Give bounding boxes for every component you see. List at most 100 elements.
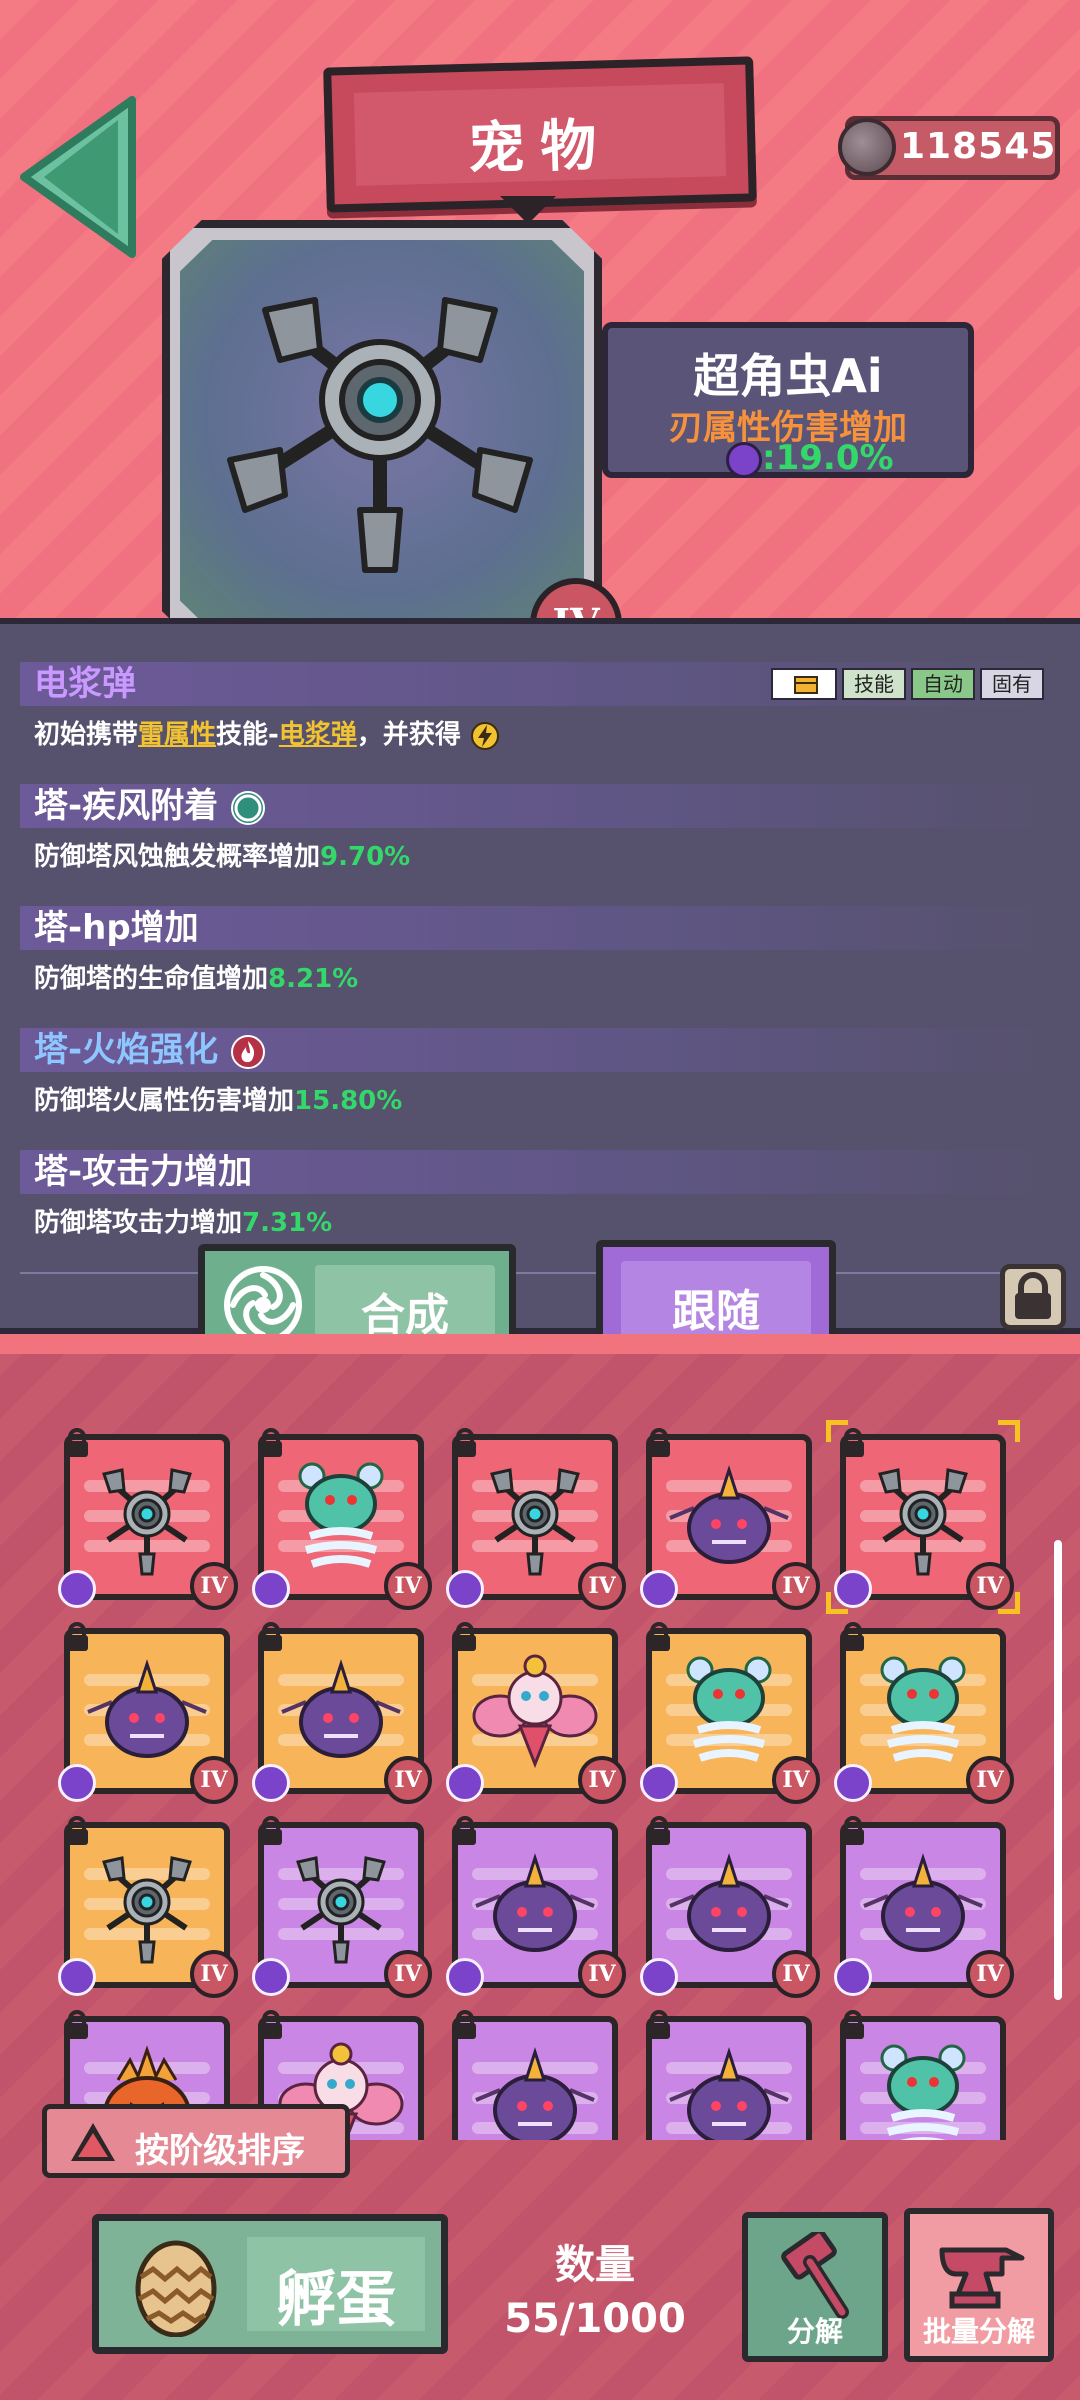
- decompose-button-label: 分解: [786, 2315, 843, 2348]
- padlock-icon: [254, 1814, 288, 1848]
- rank-badge: IV: [772, 1756, 820, 1804]
- hatch-button-label: 孵蛋: [276, 2265, 396, 2335]
- padlock-icon: [642, 1814, 676, 1848]
- follow-button-label: 跟随: [672, 1286, 760, 1337]
- padlock-icon: [836, 2008, 870, 2042]
- title-plank: 宠物: [323, 56, 757, 213]
- pet-card[interactable]: IV: [452, 2010, 618, 2140]
- tag-auto: 自动: [911, 668, 975, 700]
- pet-card[interactable]: IV: [252, 1428, 432, 1610]
- padlock-icon: [836, 1620, 870, 1654]
- batch-decompose-button[interactable]: 批量分解: [904, 2208, 1054, 2362]
- blob-pet-icon: [660, 1836, 798, 1974]
- pet-card[interactable]: IV: [446, 1622, 626, 1804]
- pet-card[interactable]: IV: [58, 1428, 238, 1610]
- element-icon: [58, 1764, 96, 1802]
- rank-badge: IV: [578, 1756, 626, 1804]
- spring-pet-icon: [272, 1448, 410, 1586]
- hammer-icon: [781, 2232, 849, 2319]
- rank-badge: IV: [772, 1562, 820, 1610]
- blob-pet-icon: [854, 1836, 992, 1974]
- skill-title: 塔-hp增加: [20, 906, 1066, 950]
- blade-element-icon: [726, 442, 762, 478]
- padlock-icon: [836, 1814, 870, 1848]
- padlock-icon: [254, 1426, 288, 1460]
- pet-card[interactable]: IV: [252, 1816, 432, 1998]
- padlock-icon: [642, 1620, 676, 1654]
- pet-card[interactable]: IV: [58, 1622, 238, 1804]
- hatch-egg-button[interactable]: 孵蛋: [92, 2214, 448, 2354]
- tag-skill: 技能: [842, 668, 906, 700]
- skill-item: 塔-hp增加 防御塔的生命值增加8.21%: [20, 906, 1066, 1030]
- pet-card[interactable]: IV: [446, 1816, 626, 1998]
- padlock-icon: [448, 1426, 482, 1460]
- spring-pet-icon: [854, 1642, 992, 1780]
- rank-badge: IV: [190, 1756, 238, 1804]
- element-icon: [58, 1958, 96, 1996]
- pet-card[interactable]: IV: [640, 1816, 820, 1998]
- padlock-icon: [254, 2008, 288, 2042]
- rank-badge: IV: [772, 1950, 820, 1998]
- element-icon: [640, 1958, 678, 1996]
- pet-card[interactable]: IV: [446, 1428, 626, 1610]
- skill-item: 塔-疾风附着 防御塔风蚀触发概率增加9.70%: [20, 784, 1066, 908]
- rank-badge: IV: [384, 1562, 432, 1610]
- wind-swirl-icon: [230, 790, 265, 825]
- count-value: 55/1000: [504, 2296, 686, 2342]
- rank-badge: IV: [578, 1562, 626, 1610]
- lock-button[interactable]: [1000, 1264, 1066, 1330]
- skill-title: 塔-火焰强化: [20, 1028, 1066, 1072]
- padlock-icon: [60, 1426, 94, 1460]
- skill-desc: 初始携带雷属性技能-电浆弹，并获得: [20, 714, 1066, 751]
- element-icon: [640, 1570, 678, 1608]
- rank-badge: IV: [384, 1756, 432, 1804]
- pet-card[interactable]: IV: [826, 1420, 1020, 1614]
- inventory-scrollbar[interactable]: [1054, 1540, 1062, 2000]
- pet-card[interactable]: IV: [834, 1622, 1014, 1804]
- skull-coin-icon: [838, 118, 896, 176]
- blob-pet-icon: [466, 1836, 604, 1974]
- blob-pet-icon: [660, 2030, 798, 2140]
- pet-card[interactable]: IV: [58, 1816, 238, 1998]
- pet-card[interactable]: IV: [834, 1816, 1014, 1998]
- blob-pet-icon: [660, 1448, 798, 1586]
- skill-title: 塔-疾风附着: [20, 784, 1066, 828]
- back-arrow-icon[interactable]: [14, 92, 144, 262]
- flame-icon: [230, 1034, 265, 1069]
- robot-pet-icon: [78, 1836, 216, 1974]
- skill-desc: 防御塔的生命值增加8.21%: [34, 964, 359, 994]
- padlock-icon: [448, 2008, 482, 2042]
- padlock-icon: [254, 1620, 288, 1654]
- rank-badge: IV: [190, 1562, 238, 1610]
- pet-attribute-value: :19.0%: [762, 438, 894, 478]
- pet-name: 超角虫Ai: [693, 349, 883, 403]
- robot-pet-icon: [227, 297, 533, 573]
- skill-desc: 防御塔火属性伤害增加15.80%: [34, 1086, 403, 1116]
- skill-desc: 防御塔风蚀触发概率增加9.70%: [34, 842, 411, 872]
- pet-card[interactable]: IV: [640, 1428, 820, 1610]
- robot-pet-icon: [78, 1448, 216, 1586]
- pet-card[interactable]: IV: [646, 2010, 812, 2140]
- element-icon: [834, 1958, 872, 1996]
- decompose-button[interactable]: 分解: [742, 2212, 888, 2362]
- sort-by-rank-button[interactable]: 按阶级排序: [42, 2104, 350, 2178]
- pet-card[interactable]: IV: [252, 1622, 432, 1804]
- batch-decompose-button-label: 批量分解: [922, 2315, 1035, 2348]
- element-icon: [252, 1958, 290, 1996]
- element-icon: [446, 1570, 484, 1608]
- treasure-tag-icon: [771, 668, 837, 700]
- element-icon: [446, 1764, 484, 1802]
- rank-badge: IV: [578, 1950, 626, 1998]
- page-title: 宠物: [467, 113, 614, 182]
- lightning-icon: [470, 721, 499, 750]
- fairy-pet-icon: [466, 1642, 604, 1780]
- padlock-icon: [642, 2008, 676, 2042]
- skill-tags: 技能 自动 固有: [771, 668, 1044, 700]
- spring-pet-icon: [854, 2030, 992, 2140]
- robot-pet-icon: [466, 1448, 604, 1586]
- tag-innate: 固有: [980, 668, 1044, 700]
- pet-card[interactable]: IV: [640, 1622, 820, 1804]
- skill-item: 塔-火焰强化 防御塔火属性伤害增加15.80%: [20, 1028, 1066, 1152]
- pet-card[interactable]: IV: [840, 2010, 1006, 2140]
- skill-title: 塔-攻击力增加: [20, 1150, 1066, 1194]
